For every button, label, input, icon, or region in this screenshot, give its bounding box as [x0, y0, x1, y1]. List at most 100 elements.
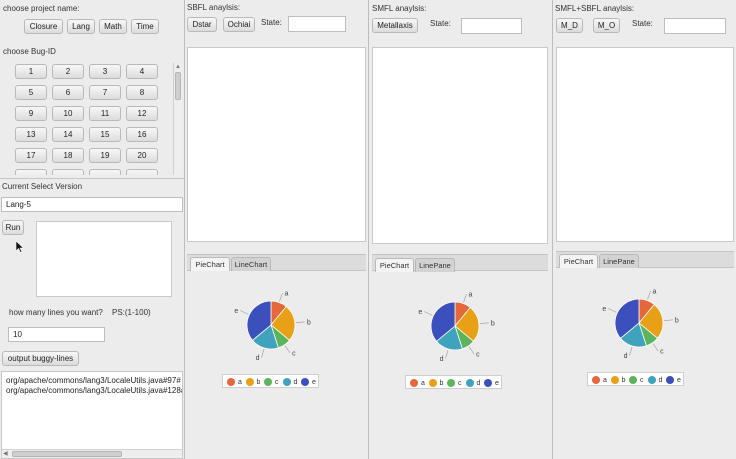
lines-range-hint: PS:(1-100)	[112, 308, 151, 317]
output-buggy-lines-button[interactable]: output buggy-lines	[2, 351, 79, 366]
pie-slice-label: a	[469, 292, 473, 299]
bug-id-button[interactable]: 15	[89, 127, 121, 142]
project-time-button[interactable]: Time	[131, 19, 159, 34]
state-field[interactable]	[288, 16, 346, 32]
project-math-button[interactable]: Math	[99, 19, 127, 34]
legend-swatch	[666, 376, 674, 384]
legend-label: c	[640, 376, 644, 384]
bug-id-button[interactable]: 16	[126, 127, 158, 142]
pie-slice-label: a	[653, 289, 657, 296]
m-o-button[interactable]: M_O	[593, 18, 620, 33]
legend-item-e: e	[666, 376, 681, 384]
run-button[interactable]: Run	[2, 220, 24, 235]
tab-piechart[interactable]: PieChart	[375, 258, 414, 272]
result-area[interactable]	[372, 47, 548, 244]
bug-id-button[interactable]: 7	[89, 85, 121, 100]
pie-leader-line	[295, 321, 305, 323]
bug-id-button[interactable]: 13	[15, 127, 47, 142]
legend-item-a: a	[592, 376, 607, 384]
bug-id-button[interactable]: 1	[15, 64, 47, 79]
bug-id-button[interactable]: 6	[52, 85, 84, 100]
bug-id-grid: 1 2 3 4 5 6 7 8 9 10 11 12 13 14 15 16 1…	[0, 60, 184, 175]
legend-swatch	[610, 376, 619, 384]
pie-slice-label: c	[292, 351, 296, 358]
pie-slice-label: e	[602, 306, 606, 313]
state-label: State:	[430, 19, 451, 28]
tab-piechart[interactable]: PieChart	[559, 254, 598, 268]
m-d-button[interactable]: M_D	[556, 18, 583, 33]
bug-id-button[interactable]: 17	[15, 148, 47, 163]
legend-label: e	[495, 379, 499, 387]
scroll-up-icon[interactable]: ▲	[175, 64, 181, 70]
legend-label: b	[621, 376, 626, 384]
result-area[interactable]	[187, 47, 366, 242]
ochiai-button[interactable]: Ochiai	[223, 17, 255, 32]
pie-leader-line	[445, 349, 449, 359]
state-field[interactable]	[664, 18, 726, 34]
bug-id-button[interactable]	[126, 169, 158, 175]
tab-linechart[interactable]: LineChart	[231, 257, 271, 271]
result-area[interactable]	[556, 47, 734, 242]
pie-leader-line	[652, 343, 659, 352]
chart-tabs: PieChart LineChart	[187, 254, 366, 271]
pie-legend: a b c d e	[405, 375, 502, 389]
bug-id-button[interactable]: 11	[89, 106, 121, 121]
pie-leader-line	[424, 311, 433, 316]
project-lang-button[interactable]: Lang	[67, 19, 95, 34]
scroll-left-icon[interactable]: ◀	[3, 451, 8, 457]
legend-label: b	[439, 379, 444, 387]
bug-id-button[interactable]: 19	[89, 148, 121, 163]
legend-label: c	[458, 379, 462, 387]
bug-id-label: choose Bug-ID	[3, 47, 56, 56]
tab-linepane[interactable]: LinePane	[599, 254, 639, 268]
pie-slice-label: b	[307, 319, 311, 326]
bug-id-button[interactable]: 4	[126, 64, 158, 79]
bug-id-button[interactable]: 20	[126, 148, 158, 163]
run-log-area[interactable]	[36, 221, 172, 297]
bug-id-button[interactable]	[89, 169, 121, 175]
tab-piechart[interactable]: PieChart	[190, 257, 230, 271]
bug-id-button[interactable]: 8	[126, 85, 158, 100]
legend-label: e	[677, 376, 681, 384]
bug-grid-scrollbar[interactable]: ▲	[173, 63, 182, 175]
pie-leader-line	[261, 348, 265, 358]
bug-id-button[interactable]: 12	[126, 106, 158, 121]
tab-linepane[interactable]: LinePane	[415, 258, 455, 272]
bug-id-button[interactable]: 18	[52, 148, 84, 163]
buggy-lines-output[interactable]: org/apache/commons/lang3/LocaleUtils.jav…	[1, 371, 183, 459]
bug-id-button[interactable]	[52, 169, 84, 175]
project-label: choose project name:	[3, 4, 80, 13]
cursor-pointer-icon	[15, 240, 25, 255]
dstar-button[interactable]: Dstar	[187, 17, 217, 32]
legend-swatch	[465, 379, 474, 387]
bug-id-button[interactable]: 9	[15, 106, 47, 121]
bug-id-button[interactable]: 10	[52, 106, 84, 121]
legend-swatch	[484, 379, 492, 387]
lines-count-label: how many lines you want?	[9, 308, 103, 317]
pie-leader-line	[284, 345, 291, 354]
pie-slice-label: c	[660, 349, 664, 356]
bug-id-button[interactable]: 14	[52, 127, 84, 142]
metallaxis-button[interactable]: Metallaxis	[372, 18, 418, 33]
current-version-field[interactable]: Lang-5	[1, 197, 183, 212]
legend-label: d	[293, 378, 298, 386]
bug-id-button[interactable]: 3	[89, 64, 121, 79]
pie-slice-label: d	[624, 353, 628, 360]
state-field[interactable]	[461, 18, 522, 34]
scrollbar-thumb[interactable]	[175, 72, 181, 100]
legend-label: c	[275, 378, 279, 386]
pie-leader-line	[647, 290, 651, 300]
legend-item-b: b	[610, 376, 626, 384]
scrollbar-thumb[interactable]	[12, 451, 122, 457]
legend-swatch	[264, 378, 272, 386]
output-horizontal-scrollbar[interactable]: ◀	[2, 449, 182, 458]
pie-chart: a b c d e	[418, 292, 495, 364]
legend-swatch	[629, 376, 637, 384]
chart-tabs: PieChart LinePane	[556, 251, 734, 268]
project-closure-button[interactable]: Closure	[24, 19, 63, 34]
lines-count-input[interactable]: 10	[8, 327, 105, 342]
legend-label: d	[658, 376, 663, 384]
bug-id-button[interactable]	[15, 169, 47, 175]
bug-id-button[interactable]: 5	[15, 85, 47, 100]
bug-id-button[interactable]: 2	[52, 64, 84, 79]
